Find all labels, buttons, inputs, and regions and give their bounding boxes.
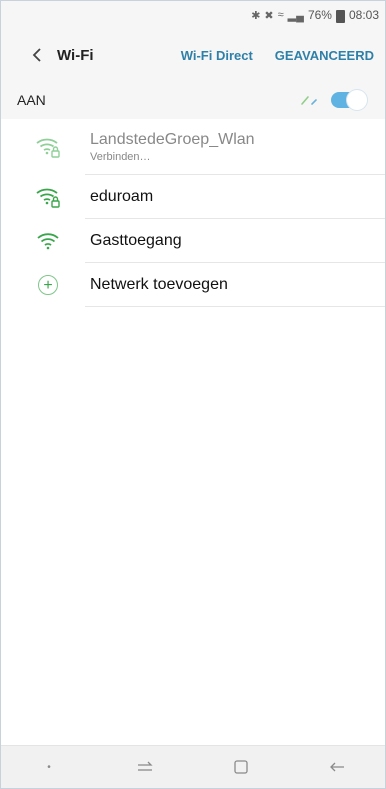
wifi-master-label: AAN [17,91,46,108]
navigation-bar: • [1,745,385,788]
dot-icon: • [47,761,51,773]
clock: 08:03 [348,8,379,22]
network-text: Gasttoegang [90,232,371,250]
add-network-row[interactable]: + Netwerk toevoegen [1,263,385,307]
recents-icon [138,761,153,771]
network-row-landstedegroep[interactable]: LandstedeGroep_Wlan Verbinden… [1,119,385,175]
plus-circle-icon: + [35,272,61,298]
scanning-icon [301,95,317,105]
wifi-lock-icon [35,184,61,210]
battery-percent: 76% [307,8,332,22]
back-arrow-icon [330,762,344,772]
back-button[interactable] [17,35,57,75]
nav-dot-button[interactable]: • [19,746,79,788]
screen: ✱ ✖ ≈ ▂▄ 76% 08:03 Wi-Fi Wi-Fi Direct GE… [0,0,386,789]
wifi-direct-button[interactable]: Wi-Fi Direct [181,48,253,63]
wifi-master-row[interactable]: AAN [1,81,385,118]
network-row-gasttoegang[interactable]: Gasttoegang [1,219,385,263]
network-name: eduroam [90,188,154,205]
home-button[interactable] [211,746,271,788]
add-network-label: Netwerk toevoegen [90,276,228,293]
wifi-lock-icon [35,134,61,160]
wifi-status-icon: ≈ [277,9,284,21]
wifi-icon [35,228,61,254]
add-network-text: Netwerk toevoegen [90,276,371,294]
title-bar: Wi-Fi Wi-Fi Direct GEAVANCEERD [1,29,385,81]
mute-icon: ✖ [264,9,274,22]
network-text: LandstedeGroep_Wlan Verbinden… [90,131,371,163]
network-text: eduroam [90,188,371,206]
nav-back-button[interactable] [307,746,367,788]
bluetooth-icon: ✱ [251,9,261,22]
chevron-left-icon [32,48,41,62]
signal-icon: ▂▄ [287,9,304,22]
toggle-knob [347,89,367,110]
battery-icon [335,9,345,23]
network-list: LandstedeGroep_Wlan Verbinden… eduroam G… [1,119,385,746]
home-icon [234,760,248,774]
page-title: Wi-Fi [57,46,94,64]
network-name: LandstedeGroep_Wlan [90,131,255,148]
recents-button[interactable] [115,746,175,788]
divider [85,306,385,307]
status-bar: ✱ ✖ ≈ ▂▄ 76% 08:03 [1,1,385,29]
header-actions: Wi-Fi Direct GEAVANCEERD [181,48,374,63]
network-row-eduroam[interactable]: eduroam [1,175,385,219]
network-name: Gasttoegang [90,232,182,249]
network-status: Verbinden… [90,151,151,163]
wifi-toggle[interactable] [331,89,367,110]
advanced-button[interactable]: GEAVANCEERD [275,48,374,63]
